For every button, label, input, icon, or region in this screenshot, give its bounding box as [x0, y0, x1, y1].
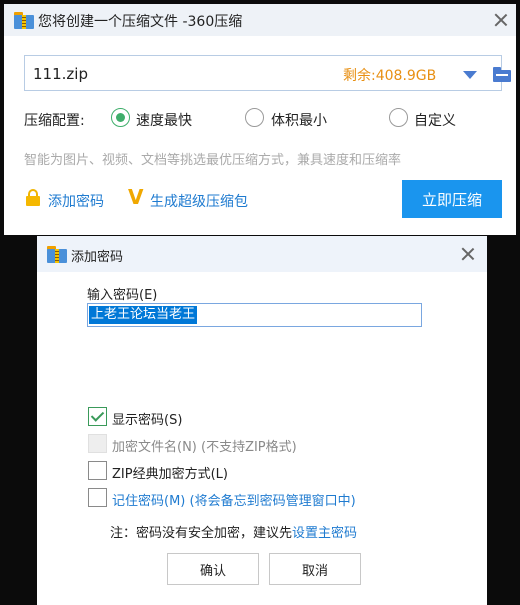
security-note: 注：密码没有安全加密，建议先设置主密码 — [110, 522, 357, 541]
archive-app-icon — [47, 246, 67, 263]
remember-password-checkbox[interactable] — [88, 488, 107, 507]
radio-custom-label[interactable]: 自定义 — [414, 110, 456, 130]
password-dialog: 添加密码 输入密码(E) 上老王论坛当老王 显示密码(S) 加密文件名(N) (… — [37, 236, 487, 605]
encrypt-filename-checkbox — [88, 434, 107, 453]
radio-fastest-label[interactable]: 速度最快 — [136, 110, 192, 130]
compress-window: 您将创建一个压缩文件 -360压缩 剩余:408.9GB 压缩配置: 速度最快 … — [4, 4, 516, 235]
free-space-label: 剩余:408.9GB — [343, 68, 437, 84]
radio-smallest-label[interactable]: 体积最小 — [271, 110, 327, 130]
zip-classic-encryption-label[interactable]: ZIP经典加密方式(L) — [112, 463, 228, 482]
radio-smallest[interactable] — [245, 108, 264, 127]
filename-box: 剩余:408.9GB — [24, 55, 511, 91]
close-icon[interactable] — [494, 13, 508, 27]
radio-custom[interactable] — [389, 108, 408, 127]
folder-icon[interactable] — [493, 67, 511, 82]
archive-app-icon — [14, 12, 34, 29]
show-password-label[interactable]: 显示密码(S) — [112, 409, 182, 428]
set-master-password-link[interactable]: 设置主密码 — [292, 526, 357, 541]
add-password-link[interactable]: 添加密码 — [48, 191, 104, 211]
compress-config-label: 压缩配置: — [24, 113, 85, 129]
radio-fastest[interactable] — [111, 108, 130, 127]
filename-input[interactable] — [33, 64, 283, 84]
close-icon[interactable] — [461, 247, 475, 261]
super-package-icon: V — [128, 185, 144, 209]
dropdown-arrow-icon[interactable] — [463, 71, 477, 79]
password-dialog-title: 添加密码 — [71, 250, 124, 265]
super-package-link[interactable]: 生成超级压缩包 — [150, 191, 248, 211]
password-input-value: 上老王论坛当老王 — [89, 306, 198, 324]
compress-window-titlebar: 您将创建一个压缩文件 -360压缩 — [4, 4, 516, 36]
encrypt-filename-label: 加密文件名(N) (不支持ZIP格式) — [112, 440, 297, 455]
password-dialog-titlebar: 添加密码 — [37, 236, 487, 272]
compress-window-title: 您将创建一个压缩文件 -360压缩 — [38, 14, 243, 30]
password-input[interactable]: 上老王论坛当老王 — [87, 303, 422, 327]
cancel-button[interactable]: 取消 — [269, 553, 361, 585]
zip-classic-encryption-checkbox[interactable] — [88, 461, 107, 480]
remember-password-label[interactable]: 记住密码(M) (将会备忘到密码管理窗口中) — [112, 490, 356, 509]
password-input-label: 输入密码(E) — [87, 288, 158, 303]
security-note-text: 注：密码没有安全加密，建议先 — [110, 526, 293, 541]
lock-icon — [26, 189, 40, 206]
confirm-button[interactable]: 确认 — [167, 553, 259, 585]
show-password-checkbox[interactable] — [88, 407, 107, 426]
compress-hint: 智能为图片、视频、文档等挑选最优压缩方式，兼具速度和压缩率 — [24, 153, 402, 168]
compress-now-button[interactable]: 立即压缩 — [402, 180, 502, 218]
